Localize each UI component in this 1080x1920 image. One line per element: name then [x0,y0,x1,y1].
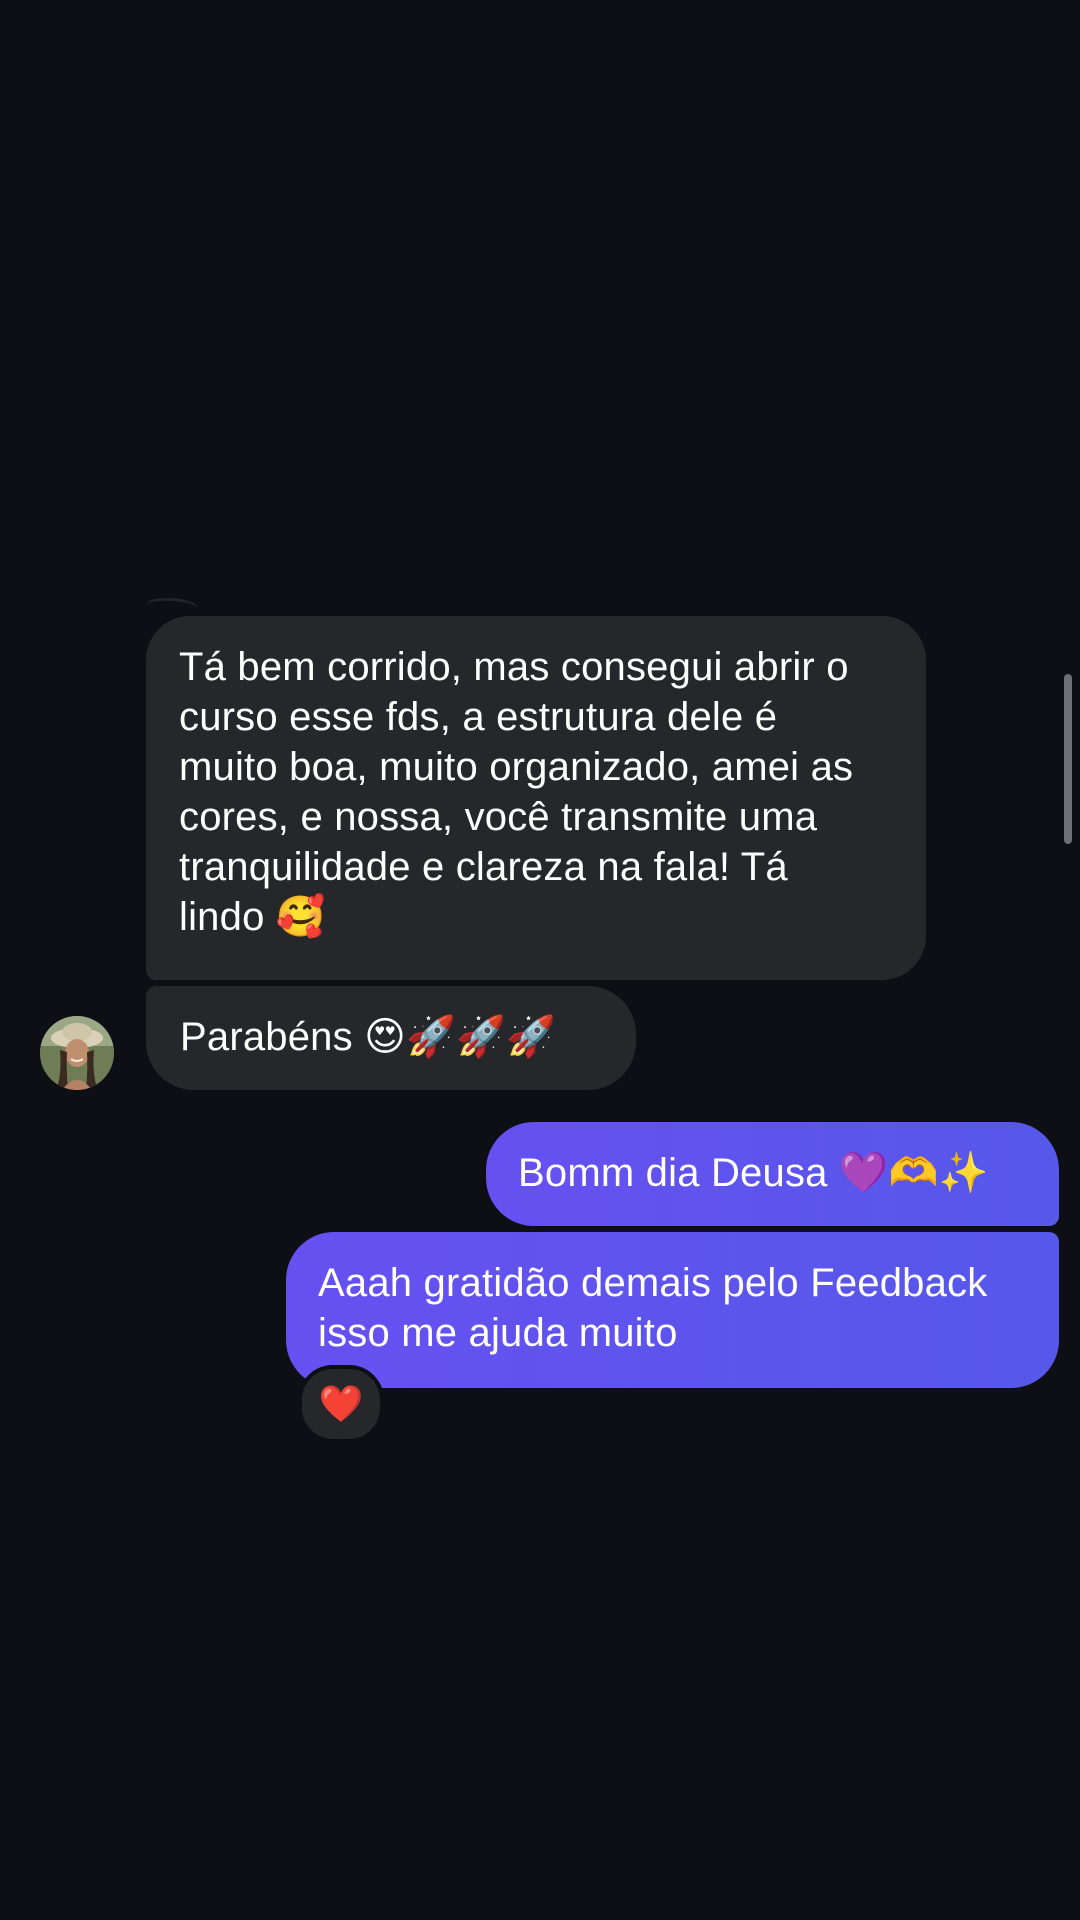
received-message-bubble[interactable]: Tá bem corrido, mas consegui abrir o cur… [146,616,926,980]
heart-reaction-icon[interactable]: ❤️ [298,1365,384,1443]
scrollbar[interactable] [1064,674,1072,844]
previous-bubble-edge [145,596,199,617]
chat-thread[interactable]: Tá bem corrido, mas consegui abrir o cur… [0,0,1080,1920]
sent-message-bubble[interactable]: Bomm dia Deusa 💜🫶✨ [486,1122,1059,1226]
avatar-photo [40,1016,114,1090]
received-message-bubble[interactable]: Parabéns 😍🚀🚀🚀 [146,986,636,1090]
contact-avatar[interactable] [40,1016,114,1090]
sent-message-bubble[interactable]: Aaah gratidão demais pelo Feedback isso … [286,1232,1059,1388]
